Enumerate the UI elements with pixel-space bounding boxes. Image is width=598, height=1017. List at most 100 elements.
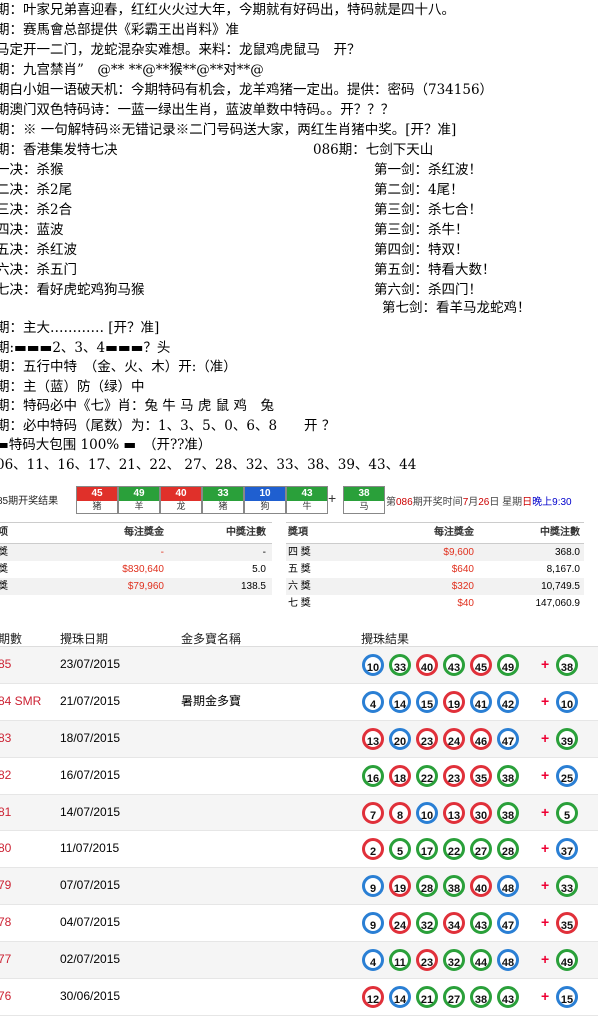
prize-header-cell: 项 — [0, 527, 8, 538]
results-header: 期數 攪珠日期 金多寶名稱 攪珠結果 — [0, 622, 598, 647]
prize-name: 七 獎 — [288, 598, 311, 609]
ball-number: 49 — [119, 487, 159, 501]
result-plus: + — [541, 729, 550, 746]
result-ball: 19 — [443, 690, 465, 713]
result-ball: 9 — [362, 875, 384, 898]
result-row: 80 11/07/2015 2 5 17 22 27 28 +37 — [0, 831, 598, 869]
result-ball: 4 — [362, 690, 384, 713]
result-ball: 38 — [470, 986, 492, 1009]
result-period[interactable]: 83 — [0, 721, 11, 756]
result-ball: 33 — [389, 654, 411, 676]
prize-name: 四 獎 — [288, 547, 311, 558]
result-special-ball: 38 — [556, 654, 578, 676]
prize-name: 六 獎 — [288, 581, 311, 592]
result-row: 83 18/07/2015 13 20 23 24 46 47 +39 — [0, 720, 598, 758]
result-special-ball: 37 — [556, 838, 578, 861]
result-ball: 15 — [416, 690, 438, 713]
text-line: 马定开一二门，龙蛇混杂实难想。来料：龙鼠鸡虎鼠马 开？ — [0, 42, 361, 58]
draw-ball: 10 狗 — [244, 486, 286, 514]
result-ball: 44 — [470, 949, 492, 972]
result-ball: 17 — [416, 838, 438, 861]
text-line: 期澳门双色特码诗：一蓝一绿出生肖，蓝波单数中特码。。开？？？ — [0, 102, 395, 118]
result-special-ball: 49 — [556, 949, 578, 972]
prize-header-cell: 每注獎金 — [124, 527, 164, 538]
result-special-ball: 5 — [556, 801, 578, 824]
prize-row: 六 獎 $320 10,749.5 — [286, 578, 584, 595]
result-ball: 22 — [443, 838, 465, 861]
draw-label: 85期开奖结果 — [0, 496, 59, 507]
prize-header-cell: 中獎注數 — [540, 527, 580, 538]
result-date: 02/07/2015 — [60, 952, 121, 967]
result-special-ball: 33 — [556, 875, 578, 898]
result-date: 14/07/2015 — [60, 804, 121, 819]
draw-info: 第086期开奖时间7月26日 星期日晚上9:30 — [386, 497, 572, 508]
prize-count: 368.0 — [554, 547, 580, 558]
result-row: 77 02/07/2015 4 11 23 32 44 48 +49 — [0, 942, 598, 980]
result-row: 82 16/07/2015 16 18 22 23 35 38 +25 — [0, 758, 598, 795]
result-date: 18/07/2015 — [60, 730, 121, 745]
result-row: 84 SMR 21/07/2015 暑期金多寶 4 14 15 19 41 42 +10 — [0, 684, 598, 721]
ball-number: 45 — [77, 487, 117, 501]
result-ball: 14 — [389, 986, 411, 1009]
result-ball: 27 — [470, 838, 492, 861]
draw-result-bar: 85期开奖结果 45 猪 49 羊 40 龙 33 猪 10 狗 43 牛 + 38 马 第086期开奖… — [0, 484, 598, 514]
result-period[interactable]: 79 — [0, 868, 11, 903]
result-ball: 10 — [362, 654, 384, 676]
result-ball: 40 — [470, 875, 492, 898]
prize-amount: - — [160, 547, 164, 558]
result-ball: 9 — [362, 912, 384, 935]
prize-amount: $320 — [451, 581, 474, 592]
prize-header-cell: 每注獎金 — [434, 527, 474, 538]
draw-ball: 49 羊 — [118, 486, 160, 514]
result-period[interactable]: 85 — [0, 647, 11, 682]
result-special-ball: 39 — [556, 727, 578, 750]
result-ball: 5 — [389, 838, 411, 861]
result-period[interactable]: 78 — [0, 905, 11, 940]
prediction-line: ▬特码大包围 100% ▬ （开??准） — [0, 437, 212, 453]
result-ball: 43 — [470, 912, 492, 935]
prediction-line: 期：主大………… [开？准] — [0, 320, 160, 336]
result-ball: 48 — [497, 875, 519, 898]
result-plus: + — [541, 692, 550, 709]
result-ball: 30 — [470, 801, 492, 824]
result-date: 30/06/2015 — [60, 989, 121, 1004]
forum-text-area: 期：叶家兄弟喜迎春，红红火火过大年，今期就有好码出，特码就是四十八。 期：赛馬會总… — [0, 0, 598, 482]
prize-header-cell: 中獎注數 — [226, 527, 266, 538]
result-period[interactable]: 76 — [0, 979, 11, 1014]
result-period[interactable]: 80 — [0, 831, 11, 866]
result-row: 76 30/06/2015 12 14 21 27 38 43 +15 — [0, 979, 598, 1016]
sword-line: 第三剑：杀牛！ — [374, 222, 469, 238]
result-plus: + — [541, 877, 550, 894]
result-ball: 43 — [497, 986, 519, 1009]
result-ball: 13 — [362, 727, 384, 750]
result-ball: 38 — [497, 801, 519, 824]
result-ball: 34 — [443, 912, 465, 935]
prize-header: 獎項 每注獎金 中獎注數 — [286, 522, 584, 544]
text-line: 期：赛馬會总部提供《彩霸王出肖料》准 — [0, 22, 239, 38]
result-ball: 23 — [416, 949, 438, 972]
result-period[interactable]: 84 SMR — [0, 684, 41, 719]
result-period[interactable]: 82 — [0, 758, 11, 793]
ball-zodiac: 羊 — [134, 501, 144, 511]
prize-amount: $40 — [457, 598, 474, 609]
result-ball: 10 — [416, 801, 438, 824]
result-ball: 47 — [497, 727, 519, 750]
result-row: 78 04/07/2015 9 24 32 34 43 47 +35 — [0, 905, 598, 943]
prize-count: 5.0 — [252, 564, 266, 575]
prize-count: 8,167.0 — [546, 564, 580, 575]
result-period[interactable]: 81 — [0, 795, 11, 830]
text-line: 一决：杀猴 — [0, 162, 64, 178]
text-line: 期：※ 一句解特码※无错记录※二门号码送大家，两红生肖猪中奖。[开？准] — [0, 122, 457, 138]
result-plus: + — [541, 988, 550, 1005]
result-ball: 21 — [416, 986, 438, 1009]
result-ball: 38 — [497, 764, 519, 787]
result-ball: 24 — [389, 912, 411, 935]
text-line: 二决：杀2尾 — [0, 182, 73, 198]
result-date: 07/07/2015 — [60, 878, 121, 893]
result-ball: 12 — [362, 986, 384, 1009]
ball-zodiac: 猪 — [218, 501, 228, 511]
text-line: 三决：杀2合 — [0, 202, 73, 218]
prize-count: 138.5 — [240, 581, 266, 592]
result-period[interactable]: 77 — [0, 942, 11, 977]
result-special-ball: 25 — [556, 764, 578, 787]
